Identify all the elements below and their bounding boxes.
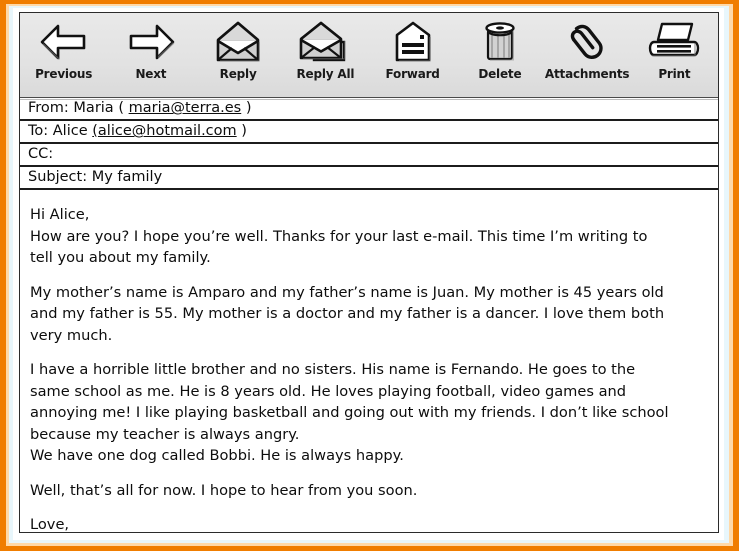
email-window: Previous Next Reply Reply All Forward De… xyxy=(19,12,719,533)
delete-label: Delete xyxy=(478,67,522,81)
envelope-forward-icon xyxy=(389,19,437,65)
envelope-open-icon xyxy=(213,19,263,65)
forward-label: Forward xyxy=(385,67,440,81)
to-label: To: xyxy=(28,123,49,140)
print-button[interactable]: Print xyxy=(631,13,718,98)
next-label: Next xyxy=(135,67,167,81)
delete-button[interactable]: Delete xyxy=(456,13,543,98)
from-email-link[interactable]: maria@terra.es xyxy=(129,100,242,116)
arrow-right-icon xyxy=(125,19,177,65)
reply-all-label: Reply All xyxy=(296,67,355,81)
to-name: Alice xyxy=(52,123,88,140)
paperclip-icon xyxy=(563,19,611,65)
message-body[interactable]: Hi Alice, How are you? I hope you’re wel… xyxy=(20,190,718,532)
envelopes-stacked-icon xyxy=(298,19,352,65)
reply-label: Reply xyxy=(219,67,257,81)
print-label: Print xyxy=(658,67,691,81)
screenshot-root: Previous Next Reply Reply All Forward De… xyxy=(0,0,739,551)
message-paragraph: Hi Alice, How are you? I hope you’re wel… xyxy=(30,206,648,266)
printer-icon xyxy=(648,19,700,65)
message-paragraph: Well, that’s all for now. I hope to hear… xyxy=(30,481,418,499)
subject-value: My family xyxy=(91,169,163,186)
to-email-link[interactable]: alice@hotmail.com xyxy=(98,123,237,139)
message-signature: Love, Maria xxxxxx xyxy=(30,516,70,532)
subject-field-row[interactable]: Subject: My family xyxy=(20,167,718,190)
next-button[interactable]: Next xyxy=(107,13,194,98)
from-field-row[interactable]: From: Maria ( maria@terra.es ) xyxy=(20,98,718,121)
from-close-paren: ) xyxy=(245,100,252,117)
reply-all-button[interactable]: Reply All xyxy=(282,13,369,98)
attachments-button[interactable]: Attachments xyxy=(544,13,631,98)
forward-button[interactable]: Forward xyxy=(369,13,456,98)
cc-field-row[interactable]: CC: xyxy=(20,144,718,167)
from-label: From: xyxy=(28,100,69,117)
attachments-label: Attachments xyxy=(544,67,630,81)
to-close-paren: ) xyxy=(241,123,247,140)
to-field-row[interactable]: To: Alice (alice@hotmail.com ) xyxy=(20,121,718,144)
from-name: Maria xyxy=(73,100,114,117)
cc-label: CC: xyxy=(28,146,54,163)
arrow-left-icon xyxy=(38,19,90,65)
trash-can-icon xyxy=(478,19,522,65)
previous-button[interactable]: Previous xyxy=(20,13,107,98)
previous-label: Previous xyxy=(35,67,93,81)
message-paragraph: My mother’s name is Amparo and my father… xyxy=(30,283,665,344)
email-toolbar: Previous Next Reply Reply All Forward De… xyxy=(20,13,718,100)
message-paragraph: I have a horrible little brother and no … xyxy=(30,361,669,464)
reply-button[interactable]: Reply xyxy=(195,13,282,98)
email-header-fields: From: Maria ( maria@terra.es ) To: Alice… xyxy=(20,98,718,190)
subject-label: Subject: xyxy=(28,169,88,186)
from-open-paren: ( xyxy=(118,100,124,117)
